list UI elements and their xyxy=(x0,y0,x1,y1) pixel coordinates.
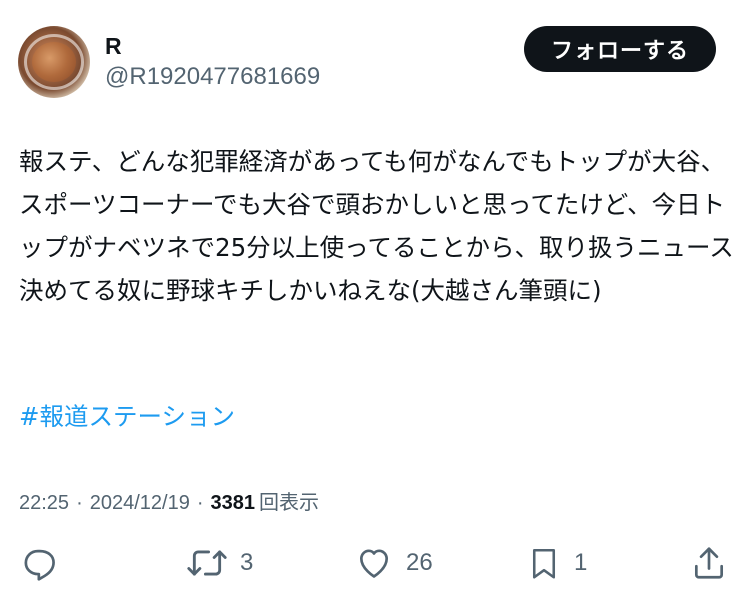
tweet-meta: 22:25 · 2024/12/19 · 3381 回表示 xyxy=(19,486,319,515)
heart-icon xyxy=(354,544,394,582)
meta-separator: · xyxy=(76,492,83,514)
tweet-time[interactable]: 22:25 xyxy=(19,492,69,515)
tweet-date[interactable]: 2024/12/19 xyxy=(90,492,190,515)
tweet-text: 報ステ、どんな犯罪経済があっても何がなんでもトップが大谷、スポーツコーナーでも大… xyxy=(19,147,734,305)
retweet-icon xyxy=(186,544,228,582)
follow-button[interactable]: フォローする xyxy=(524,26,716,72)
tweet-card: R @R1920477681669 フォローする 報ステ、どんな犯罪経済があって… xyxy=(0,0,750,594)
reply-button[interactable] xyxy=(20,540,58,586)
reply-icon xyxy=(20,544,58,582)
avatar[interactable] xyxy=(18,26,90,98)
bookmark-button[interactable]: 1 xyxy=(526,540,587,586)
action-bar: 3 26 1 xyxy=(0,540,750,586)
bookmark-count: 1 xyxy=(574,549,588,576)
display-name[interactable]: R xyxy=(105,33,122,60)
like-button[interactable]: 26 xyxy=(354,540,433,586)
views-count: 3381 xyxy=(210,492,256,514)
retweet-count: 3 xyxy=(240,549,254,576)
views-label: 回表示 xyxy=(259,492,320,514)
hashtag-link[interactable]: #報道ステーション xyxy=(19,397,235,437)
avatar-image xyxy=(32,42,76,82)
user-handle[interactable]: @R1920477681669 xyxy=(105,63,320,91)
bookmark-icon xyxy=(526,543,562,583)
share-icon xyxy=(690,543,728,583)
like-count: 26 xyxy=(406,549,433,576)
share-button[interactable] xyxy=(690,540,728,586)
retweet-button[interactable]: 3 xyxy=(186,540,253,586)
meta-separator: · xyxy=(196,492,204,514)
